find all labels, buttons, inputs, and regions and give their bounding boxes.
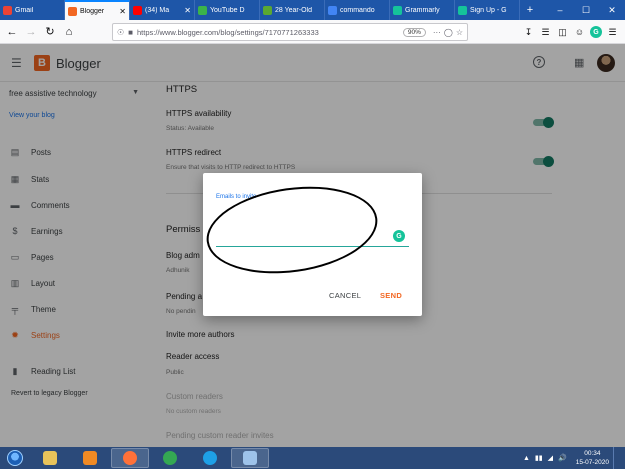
taskbar-app-chrome[interactable] xyxy=(151,448,189,468)
volume-icon[interactable]: 🔊 xyxy=(558,454,567,462)
tab-favicon-icon xyxy=(68,6,77,16)
close-tab-icon[interactable]: ✕ xyxy=(119,7,126,16)
maximize-button[interactable]: ☐ xyxy=(573,0,599,20)
taskbar: ▲ ▮▮ ◢ 🔊 00:34 15-07-2020 xyxy=(0,447,625,469)
page-actions-icon[interactable]: ··· xyxy=(433,28,441,37)
tab-strip: Gmail Blogger ✕ (34) Ma ✕ YouTube D 28 Year-Ol… xyxy=(0,0,625,20)
pocket-icon[interactable]: ◯ xyxy=(444,28,453,37)
lock-icon[interactable]: ■ xyxy=(128,28,133,37)
minimize-button[interactable]: – xyxy=(547,0,573,20)
chrome-icon xyxy=(163,451,177,465)
tab-favicon-icon xyxy=(133,5,142,15)
tab-favicon-icon xyxy=(263,5,272,15)
cancel-button[interactable]: CANCEL xyxy=(329,291,361,300)
system-tray: ▲ ▮▮ ◢ 🔊 00:34 15-07-2020 xyxy=(523,447,625,469)
browser-tab[interactable]: Sign Up - G xyxy=(455,0,520,20)
tab-title: Blogger xyxy=(80,7,105,15)
toolbar-icons: ↧ ☰ ◫ ☺ G ☰ xyxy=(520,24,621,40)
account-icon[interactable]: ☺ xyxy=(571,24,588,40)
tab-title: Sign Up - G xyxy=(470,6,507,14)
network-icon[interactable]: ◢ xyxy=(548,454,553,462)
media-icon xyxy=(83,451,97,465)
photos-icon xyxy=(243,451,257,465)
grammarly-icon[interactable]: G xyxy=(393,230,405,242)
ie-icon xyxy=(203,451,217,465)
tab-favicon-icon xyxy=(328,5,337,15)
taskbar-app-media[interactable] xyxy=(71,448,109,468)
browser-tab[interactable]: 28 Year-Old xyxy=(260,0,325,20)
browser-tab[interactable]: YouTube D xyxy=(195,0,260,20)
taskbar-app-explorer[interactable] xyxy=(31,448,69,468)
home-icon[interactable]: ⌂ xyxy=(61,24,77,40)
shield-icon[interactable]: ☉ xyxy=(117,28,124,37)
download-icon[interactable]: ↧ xyxy=(520,24,537,40)
clock-date: 15-07-2020 xyxy=(575,459,609,466)
browser-tab[interactable]: Grammarly xyxy=(390,0,455,20)
browser-tab[interactable]: (34) Ma ✕ xyxy=(130,0,195,20)
emails-field-label: Emails to invite xyxy=(216,194,257,200)
taskbar-app-ie[interactable] xyxy=(191,448,229,468)
tab-title: Grammarly xyxy=(405,6,440,14)
windows-logo-icon xyxy=(7,450,23,466)
browser-tab[interactable]: Gmail xyxy=(0,0,65,20)
battery-icon[interactable]: ▮▮ xyxy=(535,454,543,462)
tab-favicon-icon xyxy=(198,5,207,15)
reload-icon[interactable]: ↻ xyxy=(42,24,58,40)
tab-favicon-icon xyxy=(3,5,12,15)
new-tab-button[interactable]: + xyxy=(520,0,540,20)
url-text[interactable]: https://www.blogger.com/blog/settings/71… xyxy=(137,28,403,37)
close-window-button[interactable]: ✕ xyxy=(599,0,625,20)
taskbar-app-firefox[interactable] xyxy=(111,448,149,468)
tab-favicon-icon xyxy=(393,5,402,15)
invite-dialog: Emails to invite G CANCEL SEND xyxy=(203,173,422,316)
tab-title: commando xyxy=(340,6,375,14)
show-desktop-button[interactable] xyxy=(613,447,621,469)
forward-icon[interactable]: → xyxy=(23,24,39,40)
clock-time: 00:34 xyxy=(584,450,601,457)
show-hidden-icons-icon[interactable]: ▲ xyxy=(523,455,530,462)
bookmark-star-icon[interactable]: ☆ xyxy=(456,28,463,37)
window-controls: – ☐ ✕ xyxy=(547,0,625,20)
send-button[interactable]: SEND xyxy=(380,291,402,300)
browser-tab[interactable]: Blogger ✕ xyxy=(65,0,130,20)
zoom-level[interactable]: 90% xyxy=(402,27,426,37)
start-button[interactable] xyxy=(0,447,30,469)
tab-title: 28 Year-Old xyxy=(275,6,312,14)
taskbar-app-photos[interactable] xyxy=(231,448,269,468)
navigation-bar: ← → ↻ ⌂ ☉ ■ https://www.blogger.com/blog… xyxy=(0,20,625,44)
tab-title: (34) Ma xyxy=(145,6,170,14)
back-icon[interactable]: ← xyxy=(4,24,20,40)
clock[interactable]: 00:34 15-07-2020 xyxy=(576,449,609,467)
tab-favicon-icon xyxy=(458,5,467,15)
grammarly-icon[interactable]: G xyxy=(590,26,602,38)
explorer-icon xyxy=(43,451,57,465)
close-tab-icon[interactable]: ✕ xyxy=(184,6,191,15)
sidebar-icon[interactable]: ◫ xyxy=(554,24,571,40)
browser-tab[interactable]: commando xyxy=(325,0,390,20)
tab-title: YouTube D xyxy=(210,6,245,14)
tab-title: Gmail xyxy=(15,6,34,14)
menu-icon[interactable]: ☰ xyxy=(604,24,621,40)
firefox-icon xyxy=(123,451,137,465)
address-bar[interactable]: ☉ ■ https://www.blogger.com/blog/setting… xyxy=(112,23,468,41)
emails-input[interactable] xyxy=(216,205,409,247)
library-icon[interactable]: ☰ xyxy=(537,24,554,40)
